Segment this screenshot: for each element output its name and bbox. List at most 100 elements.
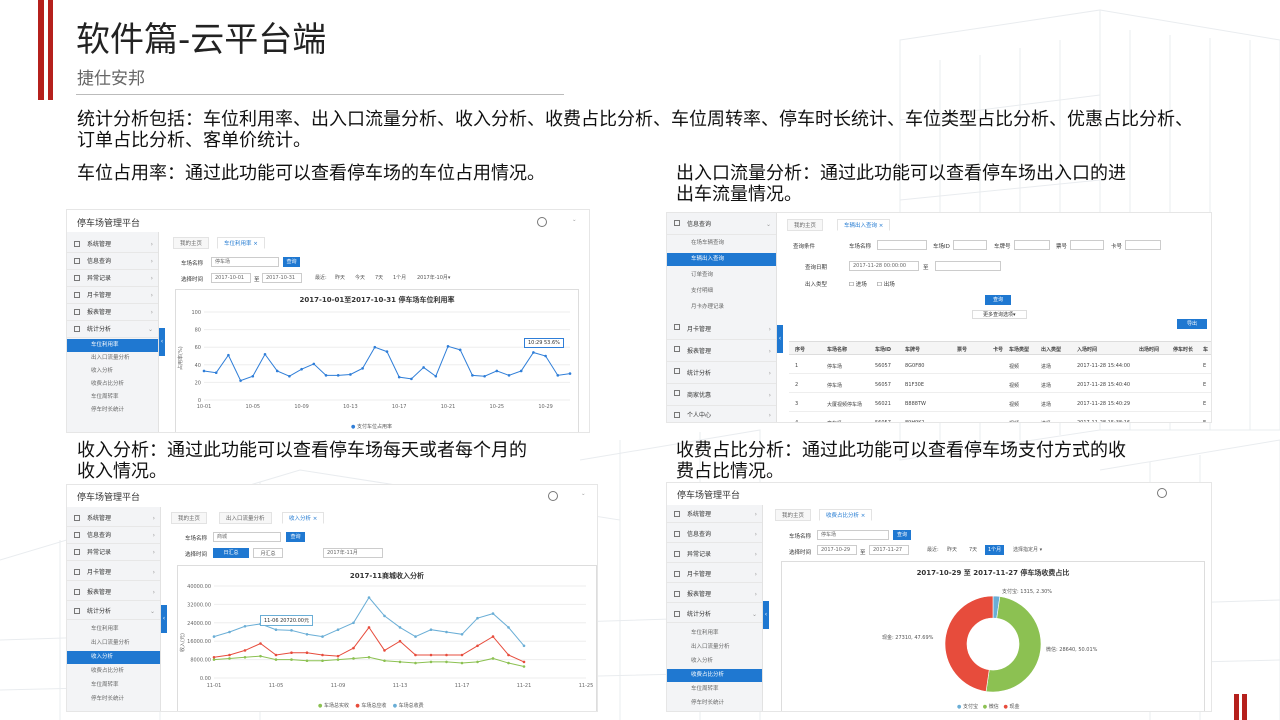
nav-item-monthly-card[interactable]: 月卡管理 ›	[667, 319, 776, 340]
legend-item[interactable]: ● 现金	[1004, 704, 1020, 710]
subnav-payment-ratio[interactable]: 收费占比分析	[67, 665, 160, 678]
nav-item-info[interactable]: 信息查询 ›	[67, 253, 158, 270]
date-to-input[interactable]: 2017-11-27	[869, 545, 909, 555]
column-header[interactable]: 停车时长	[1173, 346, 1193, 353]
nav-item-reports[interactable]: 报表管理 ›	[67, 584, 160, 601]
nav-item-monthly-card[interactable]: 月卡管理 ›	[67, 287, 158, 304]
nav-item-exceptions[interactable]: 异常记录 ›	[67, 544, 160, 561]
nav-item-reports[interactable]: 报表管理 ›	[667, 341, 776, 362]
subnav-occupancy[interactable]: 车位利用率	[67, 623, 160, 636]
nav-item-info[interactable]: 信息查询 ›	[67, 527, 160, 544]
subnav-income[interactable]: 收入分析	[67, 651, 160, 664]
subnav-turnover[interactable]: 车位周转率	[67, 679, 160, 692]
chevron-down-icon[interactable]: ⌄	[572, 217, 577, 223]
nav-item-statistics[interactable]: 统计分析 ⌄	[667, 606, 762, 623]
plate-input[interactable]	[1014, 240, 1050, 250]
date-to-input[interactable]: 2017-10-31	[262, 273, 302, 283]
tab-occupancy[interactable]: 车位利用率 ×	[217, 237, 265, 249]
segment-monthly[interactable]: 月汇总	[253, 548, 283, 558]
sidebar-collapse-toggle[interactable]: ‹	[159, 328, 165, 356]
nav-item-merchant[interactable]: 商家优惠 ›	[667, 385, 776, 406]
legend-item[interactable]: ● 车场总收费	[393, 703, 424, 709]
subnav-vehicle-io[interactable]: 车辆出入查询	[667, 253, 776, 266]
user-avatar-icon[interactable]	[548, 491, 558, 501]
tab-home[interactable]: 我的主页	[775, 509, 812, 521]
subnav-income[interactable]: 收入分析	[67, 365, 158, 378]
column-header[interactable]: 票号	[957, 346, 967, 353]
subnav-payment-ratio[interactable]: 收费占比分析	[67, 378, 158, 391]
checkbox-out[interactable]: ☐ 出场	[877, 280, 895, 288]
export-button[interactable]: 导出	[1177, 319, 1207, 329]
lot-name-input[interactable]: 停车场	[211, 257, 279, 267]
quick-1month[interactable]: 1个月	[393, 273, 406, 283]
tab-income[interactable]: 收入分析 ×	[282, 512, 325, 524]
subnav-monthly-records[interactable]: 月卡办理记录	[667, 301, 776, 314]
legend-item[interactable]: ● 车场总应收	[355, 703, 386, 709]
quick-7days[interactable]: 7天	[375, 273, 383, 283]
sidebar-collapse-toggle[interactable]: ‹	[777, 325, 783, 353]
segment-daily[interactable]: 日汇总	[213, 548, 249, 558]
column-header[interactable]: 车场ID	[875, 346, 891, 353]
quick-yesterday[interactable]: 昨天	[947, 545, 957, 555]
quick-1month[interactable]: 1个月	[985, 545, 1005, 555]
legend-item[interactable]: ● 微信	[983, 704, 999, 710]
user-avatar-icon[interactable]	[1157, 488, 1167, 498]
nav-item-system[interactable]: 系统管理 ›	[67, 510, 160, 527]
column-header[interactable]: 车场类型	[1009, 346, 1029, 353]
nav-item-monthly-card[interactable]: 月卡管理 ›	[667, 566, 762, 583]
tab-home[interactable]: 我的主页	[171, 512, 208, 524]
month-select[interactable]: 2017年-10月▾	[417, 273, 450, 283]
nav-item-info[interactable]: 信息查询 ›	[667, 526, 762, 543]
nav-item-monthly-card[interactable]: 月卡管理 ›	[67, 564, 160, 581]
lot-name-input[interactable]	[877, 240, 927, 250]
quick-7days[interactable]: 7天	[969, 545, 977, 555]
column-header[interactable]: 出场时间	[1139, 346, 1159, 353]
subnav-flow[interactable]: 出入口流量分析	[667, 641, 762, 654]
subnav-flow[interactable]: 出入口流量分析	[67, 637, 160, 650]
subnav-payment-ratio[interactable]: 收费占比分析	[667, 669, 762, 682]
month-select[interactable]: 选择指定月 ▾	[1013, 545, 1042, 555]
nav-item-exceptions[interactable]: 异常记录 ›	[667, 546, 762, 563]
legend-item[interactable]: ● 车场总实收	[318, 703, 349, 709]
lot-id-input[interactable]	[953, 240, 987, 250]
month-input[interactable]: 2017年-11月	[323, 548, 383, 558]
subnav-orders[interactable]: 订单查询	[667, 269, 776, 282]
tab-home[interactable]: 我的主页	[787, 219, 824, 231]
column-header[interactable]: 卡号	[993, 346, 1003, 353]
subnav-turnover[interactable]: 车位周转率	[67, 391, 158, 404]
nav-item-system[interactable]: 系统管理 ›	[667, 506, 762, 523]
date-from-input[interactable]: 2017-10-29	[817, 545, 857, 555]
chart-legend[interactable]: ● 支付车位占用率	[351, 423, 392, 430]
lot-name-input[interactable]: 商城	[213, 532, 281, 542]
subnav-turnover[interactable]: 车位周转率	[667, 683, 762, 696]
more-options-toggle[interactable]: 更多查询选项▾	[972, 310, 1027, 319]
column-header[interactable]: 车场名称	[827, 346, 847, 353]
sidebar-collapse-toggle[interactable]: ‹	[763, 601, 769, 629]
quick-yesterday[interactable]: 昨天	[335, 273, 345, 283]
subnav-payments[interactable]: 支付明细	[667, 285, 776, 298]
nav-item-info[interactable]: 信息查询 ⌄	[667, 215, 776, 235]
subnav-flow[interactable]: 出入口流量分析	[67, 352, 158, 365]
tab-home[interactable]: 我的主页	[173, 237, 210, 249]
subnav-duration[interactable]: 停车时长统计	[67, 404, 158, 417]
chevron-down-icon[interactable]: ⌄	[581, 491, 586, 497]
tab-payment-ratio[interactable]: 收费占比分析 ×	[819, 509, 873, 521]
close-icon[interactable]: ×	[253, 241, 258, 247]
subnav-duration[interactable]: 停车时长统计	[667, 697, 762, 710]
subnav-income[interactable]: 收入分析	[667, 655, 762, 668]
nav-item-system[interactable]: 系统管理 ›	[67, 236, 158, 253]
card-input[interactable]	[1125, 240, 1161, 250]
subnav-duration[interactable]: 停车时长统计	[67, 693, 160, 706]
tab-vehicle-io[interactable]: 车辆出入查询 ×	[837, 219, 891, 231]
nav-item-exceptions[interactable]: 异常记录 ›	[67, 270, 158, 287]
date-from-input[interactable]: 2017-10-01	[211, 273, 251, 283]
user-avatar-icon[interactable]	[537, 217, 547, 227]
ticket-input[interactable]	[1070, 240, 1104, 250]
nav-item-reports[interactable]: 报表管理 ›	[67, 304, 158, 321]
column-header[interactable]: 出入类型	[1041, 346, 1061, 353]
query-button[interactable]: 查询	[283, 257, 300, 267]
lot-name-input[interactable]: 停车场	[817, 530, 889, 540]
nav-item-statistics[interactable]: 统计分析 ⌄	[67, 321, 158, 338]
column-header[interactable]: 车	[1203, 346, 1208, 353]
column-header[interactable]: 序号	[795, 346, 805, 353]
